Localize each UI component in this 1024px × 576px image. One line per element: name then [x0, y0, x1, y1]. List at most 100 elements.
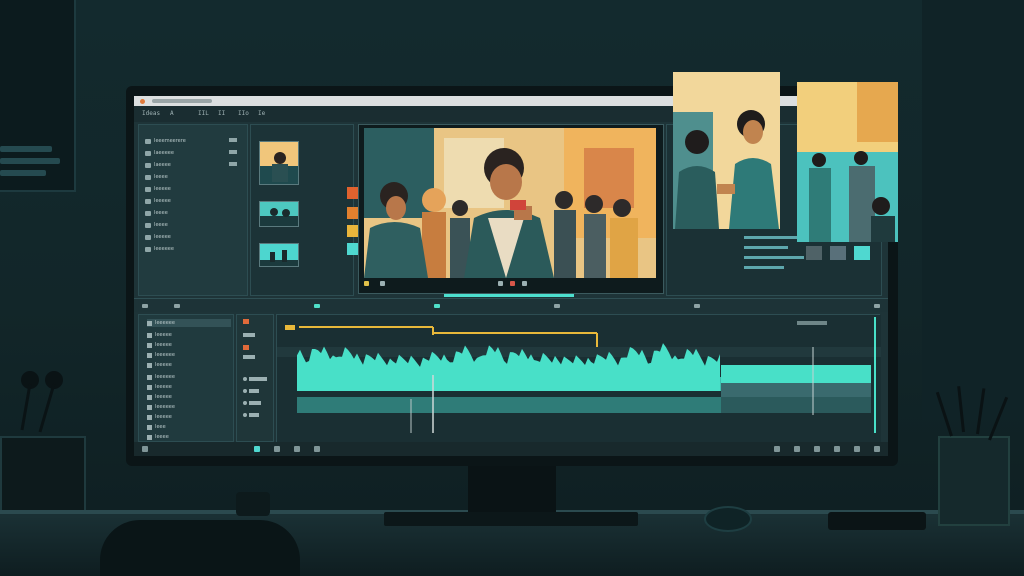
small-speaker: [236, 492, 270, 516]
track-label: Ieeeeee: [155, 320, 175, 326]
clip-thumbnail[interactable]: [259, 201, 299, 227]
project-item-label: Ieeeeee: [154, 246, 174, 252]
tool-icon[interactable]: [874, 446, 880, 452]
step-forward-icon[interactable]: [522, 281, 527, 286]
menu-item[interactable]: Ideas: [142, 110, 160, 117]
project-item[interactable]: Iaeeeee: [145, 149, 237, 157]
video-preview[interactable]: [364, 128, 656, 278]
project-item[interactable]: Ieeee: [145, 173, 168, 181]
preview-scrub-bar[interactable]: [444, 294, 574, 297]
item-meta: [229, 150, 237, 154]
track-header[interactable]: Ieeeee: [147, 331, 172, 339]
tool-icon[interactable]: [794, 446, 800, 452]
mute-icon[interactable]: [243, 377, 247, 381]
track-header[interactable]: Ieeeee: [147, 383, 172, 391]
tool-icon[interactable]: [854, 446, 860, 452]
color-chip[interactable]: [830, 246, 846, 260]
property-slider[interactable]: [744, 256, 804, 259]
menu-item[interactable]: Ie: [258, 110, 265, 117]
pen-cup: [938, 436, 1010, 526]
title-text: [152, 99, 212, 103]
folder-icon: [145, 138, 151, 144]
marker-icon[interactable]: [364, 281, 369, 286]
project-item[interactable]: Ieeeee: [145, 233, 171, 241]
wall-panel: [0, 0, 76, 192]
track-toggle[interactable]: [243, 355, 255, 359]
project-item[interactable]: Ieeeee: [145, 185, 171, 193]
mute-icon[interactable]: [243, 401, 247, 405]
lamp-base: [0, 436, 86, 520]
project-item[interactable]: Ieeeeee: [145, 245, 174, 253]
mute-icon[interactable]: [243, 389, 247, 393]
link-icon[interactable]: [142, 304, 148, 308]
color-chip[interactable]: [806, 246, 822, 260]
play-icon[interactable]: [498, 281, 503, 286]
menu-item[interactable]: II: [218, 110, 225, 117]
record-track-icon[interactable]: [243, 319, 249, 324]
clip-thumbnail[interactable]: [259, 243, 299, 267]
tool-icon[interactable]: [294, 446, 300, 452]
marker-icon[interactable]: [285, 325, 295, 330]
snap-icon[interactable]: [174, 304, 180, 308]
tool-icon[interactable]: [814, 446, 820, 452]
in-point-icon[interactable]: [314, 304, 320, 308]
playhead-icon[interactable]: [434, 304, 440, 308]
track-header[interactable]: Ieeeeee: [147, 403, 175, 411]
track-label: Ieeeee: [155, 394, 172, 400]
track-header[interactable]: Ieee: [147, 423, 166, 431]
project-item[interactable]: Ieeeee: [145, 197, 171, 205]
window-dot[interactable]: [140, 99, 145, 104]
project-item-label: Ieeeee: [154, 198, 171, 204]
clip-indicator[interactable]: [254, 446, 260, 452]
tool-icon[interactable]: [834, 446, 840, 452]
track-icon: [147, 384, 152, 390]
color-chip[interactable]: [854, 246, 870, 260]
project-item[interactable]: Ieeee: [145, 209, 168, 217]
file-icon: [145, 162, 151, 168]
menu-item[interactable]: A: [170, 110, 174, 117]
project-item[interactable]: Ieeemeerere: [145, 137, 237, 145]
project-item[interactable]: Ieeee: [145, 221, 168, 229]
menu-icon[interactable]: [142, 446, 148, 452]
track-toggle[interactable]: [249, 377, 267, 381]
track-label: Ieeeee: [155, 384, 172, 390]
menu-item[interactable]: IIL: [198, 110, 209, 117]
out-point-icon[interactable]: [554, 304, 560, 308]
track-header[interactable]: Ieeeeee: [147, 319, 231, 327]
track-icon: [147, 362, 152, 368]
track-header[interactable]: Ieeeee: [147, 413, 172, 421]
track-header[interactable]: Ieeeeee: [147, 373, 175, 381]
project-item[interactable]: Iaeeee: [145, 161, 237, 169]
timeline-tracks[interactable]: [276, 314, 881, 443]
track-header[interactable]: Ieeeee: [147, 393, 172, 401]
record-track-icon[interactable]: [243, 345, 249, 350]
record-icon[interactable]: [510, 281, 515, 286]
reference-image[interactable]: [673, 72, 780, 229]
audio-waveform[interactable]: [277, 315, 881, 443]
wall-right: [922, 0, 1024, 420]
track-header[interactable]: Ieeeee: [147, 341, 172, 349]
tool-icon[interactable]: [274, 446, 280, 452]
track-toggle[interactable]: [249, 401, 261, 405]
tool-icon[interactable]: [314, 446, 320, 452]
menu-item[interactable]: IIo: [238, 110, 249, 117]
settings-icon[interactable]: [874, 304, 880, 308]
property-slider[interactable]: [744, 266, 784, 269]
property-slider[interactable]: [744, 236, 800, 239]
mute-icon[interactable]: [243, 413, 247, 417]
track-header[interactable]: Ieeee: [147, 433, 169, 441]
track-header[interactable]: Ieeeeee: [147, 351, 175, 359]
clip-thumbnail[interactable]: [259, 141, 299, 185]
property-slider[interactable]: [744, 246, 788, 249]
track-toggle[interactable]: [249, 413, 259, 417]
project-item-label: Ieeeee: [154, 186, 171, 192]
mouse: [704, 506, 752, 532]
track-toggle[interactable]: [243, 333, 255, 337]
track-toggle[interactable]: [249, 389, 259, 393]
step-back-icon[interactable]: [380, 281, 385, 286]
track-controls: [236, 314, 274, 442]
reference-image[interactable]: [797, 82, 898, 242]
tool-icon[interactable]: [774, 446, 780, 452]
zoom-icon[interactable]: [694, 304, 700, 308]
track-header[interactable]: Ieeeee: [147, 361, 172, 369]
